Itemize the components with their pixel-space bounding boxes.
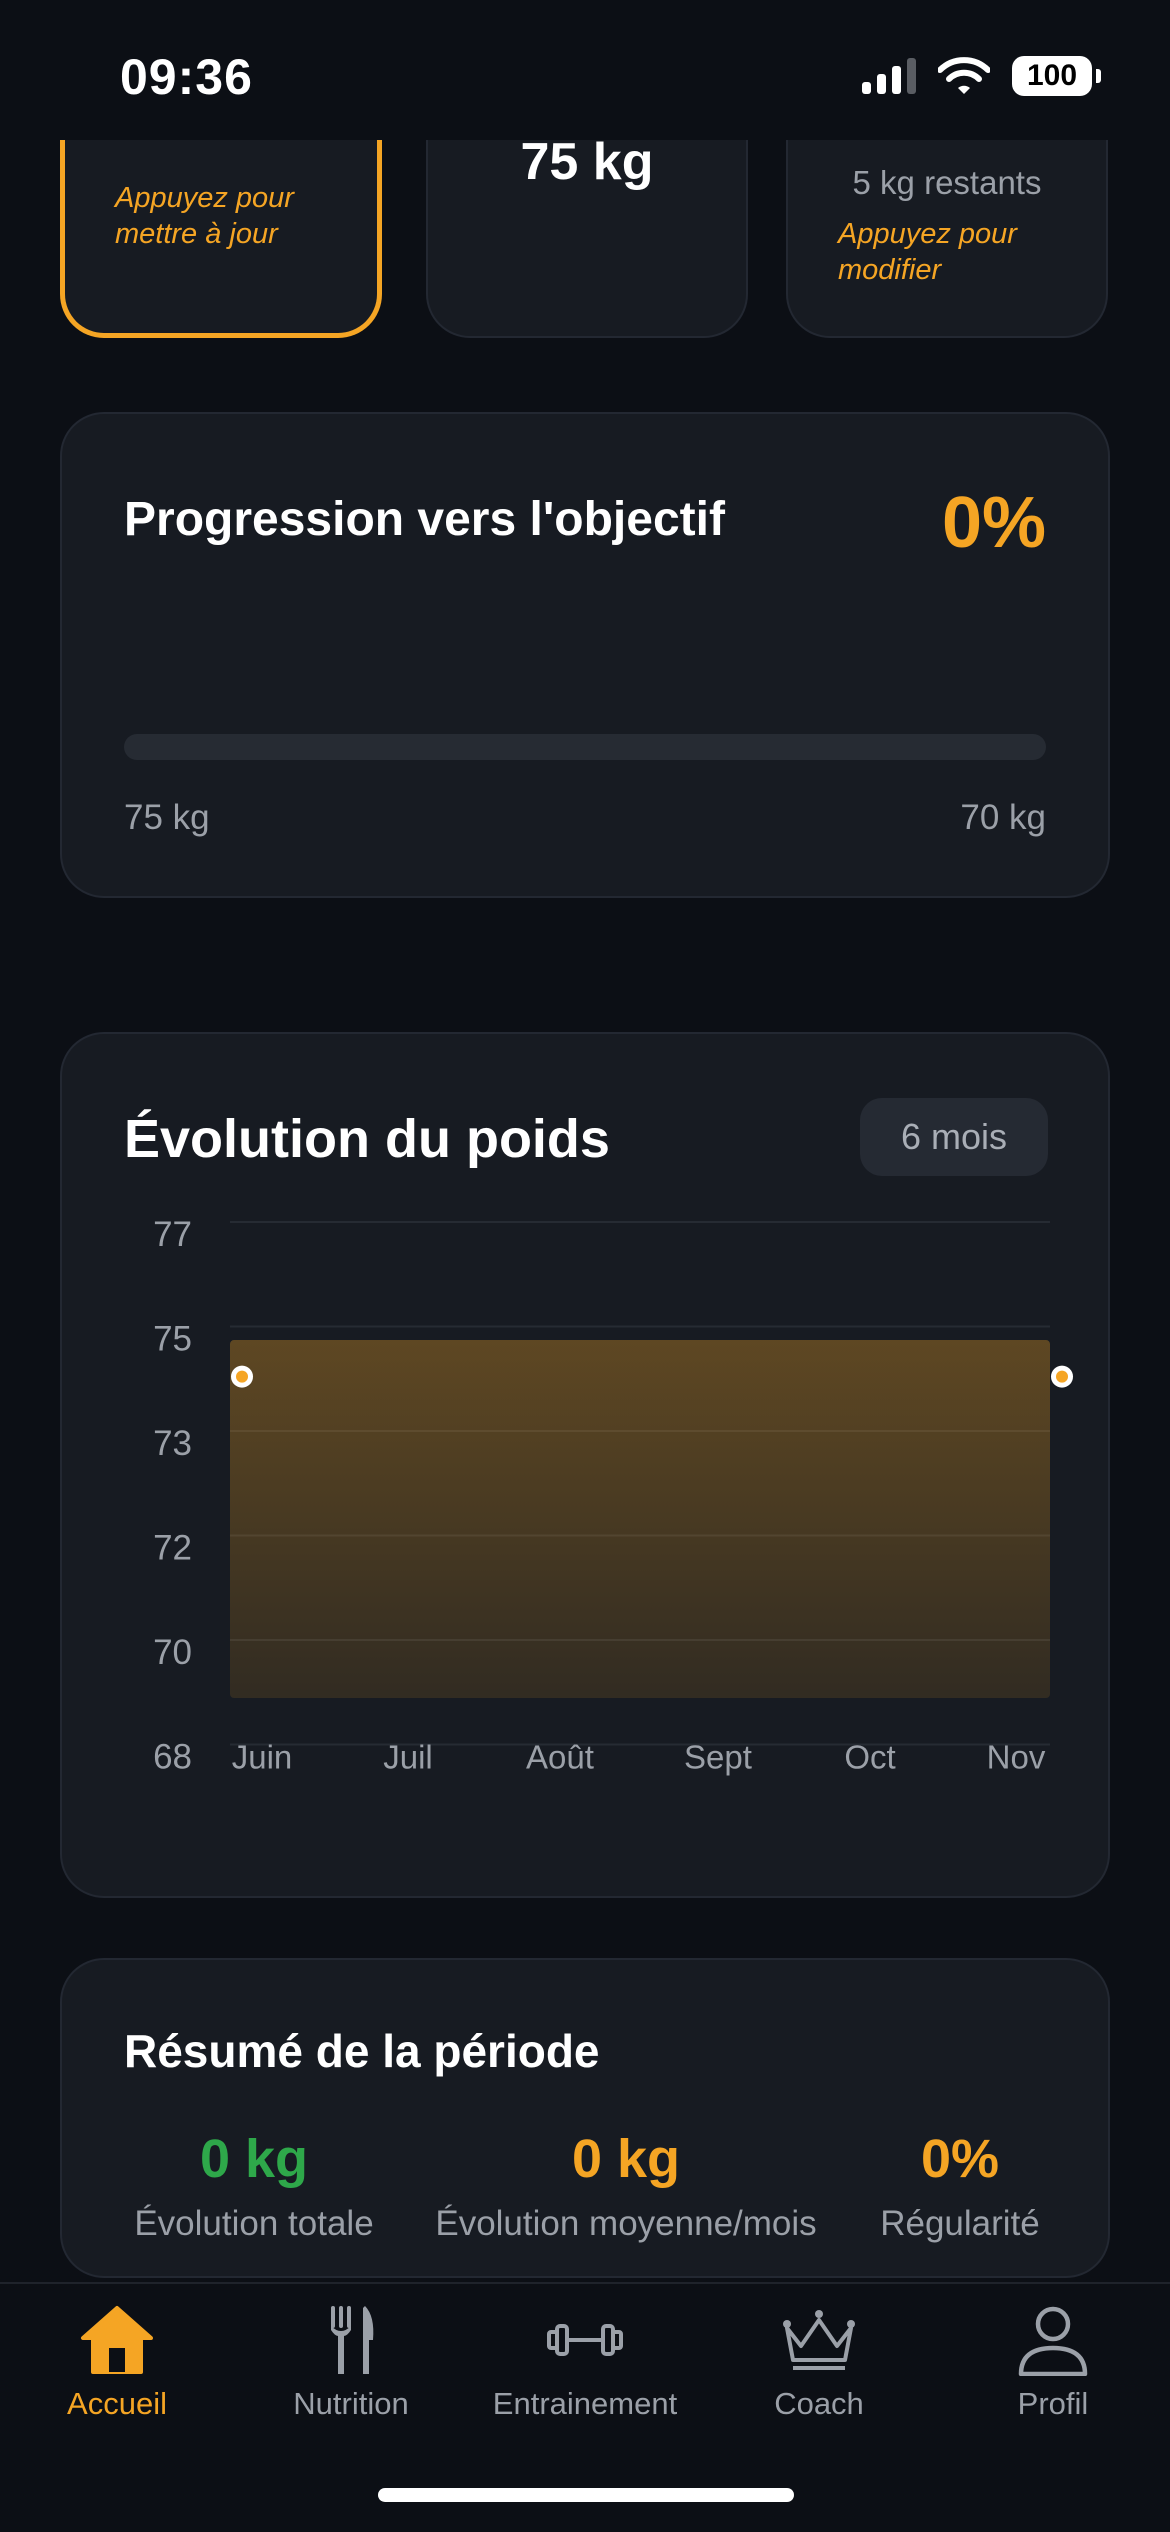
y-tick-label: 75 — [153, 1320, 192, 1359]
progress-percent: 0% — [941, 483, 1046, 563]
tab-accueil[interactable]: Accueil — [0, 2304, 234, 2422]
x-tick-label: Sept — [684, 1739, 752, 1776]
tab-entrainement[interactable]: Entrainement — [468, 2304, 702, 2422]
period-selector[interactable]: 6 mois — [860, 1098, 1048, 1176]
stat-total-value: 0 kg — [199, 2129, 309, 2189]
weight-area — [230, 1340, 1050, 1698]
y-tick-label: 77 — [153, 1215, 192, 1254]
goal-progress-card: Progression vers l'objectif 0% 75 kg 70 … — [60, 412, 1110, 898]
x-tick-label: Août — [526, 1739, 594, 1776]
data-point-core — [236, 1370, 248, 1383]
tab-label: Profil — [1017, 2386, 1089, 2421]
home-icon — [81, 2306, 153, 2374]
tab-profil[interactable]: Profil — [936, 2304, 1170, 2422]
stat-regularity-label: Régularité — [880, 2204, 1040, 2243]
tab-label: Coach — [774, 2386, 864, 2421]
stat-monthly-label: Évolution moyenne/mois — [435, 2204, 817, 2243]
stat-monthly-value: 0 kg — [571, 2129, 681, 2189]
current-weight-hint: Appuyez pour mettre à jour — [115, 182, 294, 250]
tab-coach[interactable]: Coach — [702, 2304, 936, 2422]
person-icon — [1018, 2306, 1088, 2376]
tab-label: Nutrition — [293, 2386, 409, 2421]
x-tick-label: Nov — [987, 1739, 1046, 1776]
y-tick-label: 68 — [153, 1738, 192, 1777]
x-tick-label: Juin — [232, 1739, 293, 1776]
dumbbell-icon — [547, 2324, 623, 2356]
stat-total-label: Évolution totale — [134, 2204, 374, 2243]
cellular-signal-icon — [862, 58, 916, 94]
fork-knife-icon — [331, 2306, 374, 2374]
stat-regularity-value: 0% — [920, 2129, 1000, 2189]
y-tick-label: 72 — [153, 1529, 192, 1568]
tab-nutrition[interactable]: Nutrition — [234, 2304, 468, 2422]
status-icons: 100 — [862, 56, 1101, 96]
stat-total-change: 0 kg Évolution totale — [124, 2128, 384, 2244]
x-tick-label: Juil — [383, 1739, 433, 1776]
battery-icon: 100 — [1012, 56, 1101, 96]
tab-label: Entrainement — [492, 2386, 678, 2421]
chart-title: Évolution du poids — [124, 1109, 610, 1169]
period-summary-card: Résumé de la période 0 kg Évolution tota… — [60, 1958, 1110, 2278]
status-bar: 09:36 100 — [0, 0, 1170, 140]
data-point-core — [1056, 1370, 1068, 1383]
y-tick-label: 73 — [153, 1424, 192, 1463]
summary-title: Résumé de la période — [124, 2025, 600, 2077]
y-tick-label: 70 — [153, 1633, 192, 1672]
stat-monthly-average: 0 kg Évolution moyenne/mois — [426, 2128, 826, 2244]
weight-chart-card: 77 75 73 72 70 68 Juin Juil Août Sept Oct Nov Évol… — [60, 1032, 1110, 1898]
progress-end-label: 70 kg — [960, 798, 1046, 837]
goal-weight-hint: Appuyez pour modifier — [838, 218, 1017, 286]
x-tick-label: Oct — [844, 1739, 895, 1776]
progress-title: Progression vers l'objectif — [124, 493, 725, 546]
stat-regularity: 0% Régularité — [868, 2128, 1052, 2244]
progress-bar — [124, 734, 1046, 760]
tab-label: Accueil — [67, 2386, 167, 2421]
goal-remaining: 5 kg restants — [852, 164, 1042, 201]
crown-icon — [783, 2310, 855, 2370]
home-indicator — [378, 2488, 794, 2502]
status-time: 09:36 — [120, 49, 253, 105]
wifi-icon — [938, 57, 990, 94]
start-weight-value: 75 kg — [520, 133, 654, 191]
progress-start-label: 75 kg — [124, 798, 210, 837]
